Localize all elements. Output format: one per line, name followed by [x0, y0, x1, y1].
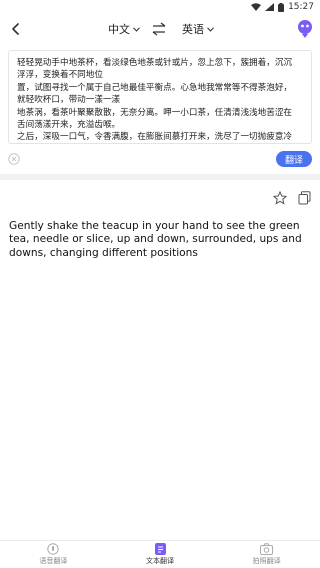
source-language-label: 中文	[108, 23, 130, 36]
source-text-line: 地茶涡，看茶叶聚聚散散，无奈分离。呷一小口茶，任清清浅浅地苦涩在	[17, 107, 293, 118]
source-text-line: 之后，深吸一口气，令香满腹，在膨胀间慕打开来，洗尽了一切抛疲意冷	[17, 132, 293, 143]
copy-icon[interactable]	[298, 191, 311, 205]
source-text-line: 浮浮，变换着不同地位	[17, 70, 103, 81]
nav-text-translate[interactable]: 文本翻译	[107, 541, 214, 568]
nav-label: 语音翻译	[39, 557, 68, 565]
chevron-down-icon	[207, 26, 214, 32]
signal-icon	[265, 3, 275, 11]
nav-label: 文本翻译	[146, 557, 174, 565]
star-icon[interactable]	[273, 191, 287, 205]
nav-photo-translate[interactable]: 拍照翻译	[213, 541, 320, 568]
back-button[interactable]	[6, 19, 26, 39]
nav-voice-translate[interactable]: 语音翻译	[0, 541, 107, 568]
source-text-line: 轻轻晃动手中地茶杯，看淡绿色地茶或针或片，忽上忽下，簇拥着，沉沉	[17, 58, 293, 68]
nav-label: 拍照翻译	[252, 557, 281, 565]
translation-output: Gently shake the teacup in your hand to …	[9, 220, 302, 259]
document-icon	[154, 543, 166, 555]
swap-arrows-icon[interactable]	[151, 22, 167, 36]
source-text-input[interactable]: 轻轻晃动手中地茶杯，看淡绿色地茶或针或片，忽上忽下，簇拥着，沉沉 浮浮，变换着不同…	[8, 50, 312, 144]
microphone-icon	[47, 543, 60, 555]
status-time: 15:27	[288, 2, 314, 12]
chevron-down-icon	[133, 26, 140, 32]
camera-icon	[260, 543, 274, 555]
source-text-line: 置，试图寻找一个属于自己地最佳平衡点。心急地我常常等不得茶泡好，	[17, 82, 293, 93]
wifi-icon	[251, 3, 262, 11]
back-arrow-icon	[12, 23, 19, 35]
source-input-panel: 轻轻晃动手中地茶杯，看淡绿色地茶或针或片，忽上忽下，簇拥着，沉沉 浮浮，变换着不同…	[0, 44, 320, 174]
mascot-icon[interactable]	[296, 19, 314, 39]
source-language-selector[interactable]: 中文	[108, 21, 140, 37]
bottom-navigation: 语音翻译 文本翻译 拍照翻译	[0, 540, 320, 568]
status-bar: 15:27	[0, 0, 320, 14]
clear-icon[interactable]	[8, 153, 20, 165]
language-bar: 中文 英语	[0, 14, 320, 44]
source-text-line: 就轻吹杯口，带动一漾一漾	[17, 95, 121, 106]
translation-result-panel: Gently shake the teacup in your hand to …	[0, 180, 320, 540]
battery-icon	[278, 2, 285, 12]
translate-button[interactable]: 翻译	[276, 151, 312, 167]
source-text-line: 舌间荡漾开来，充溢齿喉。	[17, 120, 121, 131]
target-language-label: 英语	[182, 23, 204, 36]
target-language-selector[interactable]: 英语	[182, 21, 214, 37]
